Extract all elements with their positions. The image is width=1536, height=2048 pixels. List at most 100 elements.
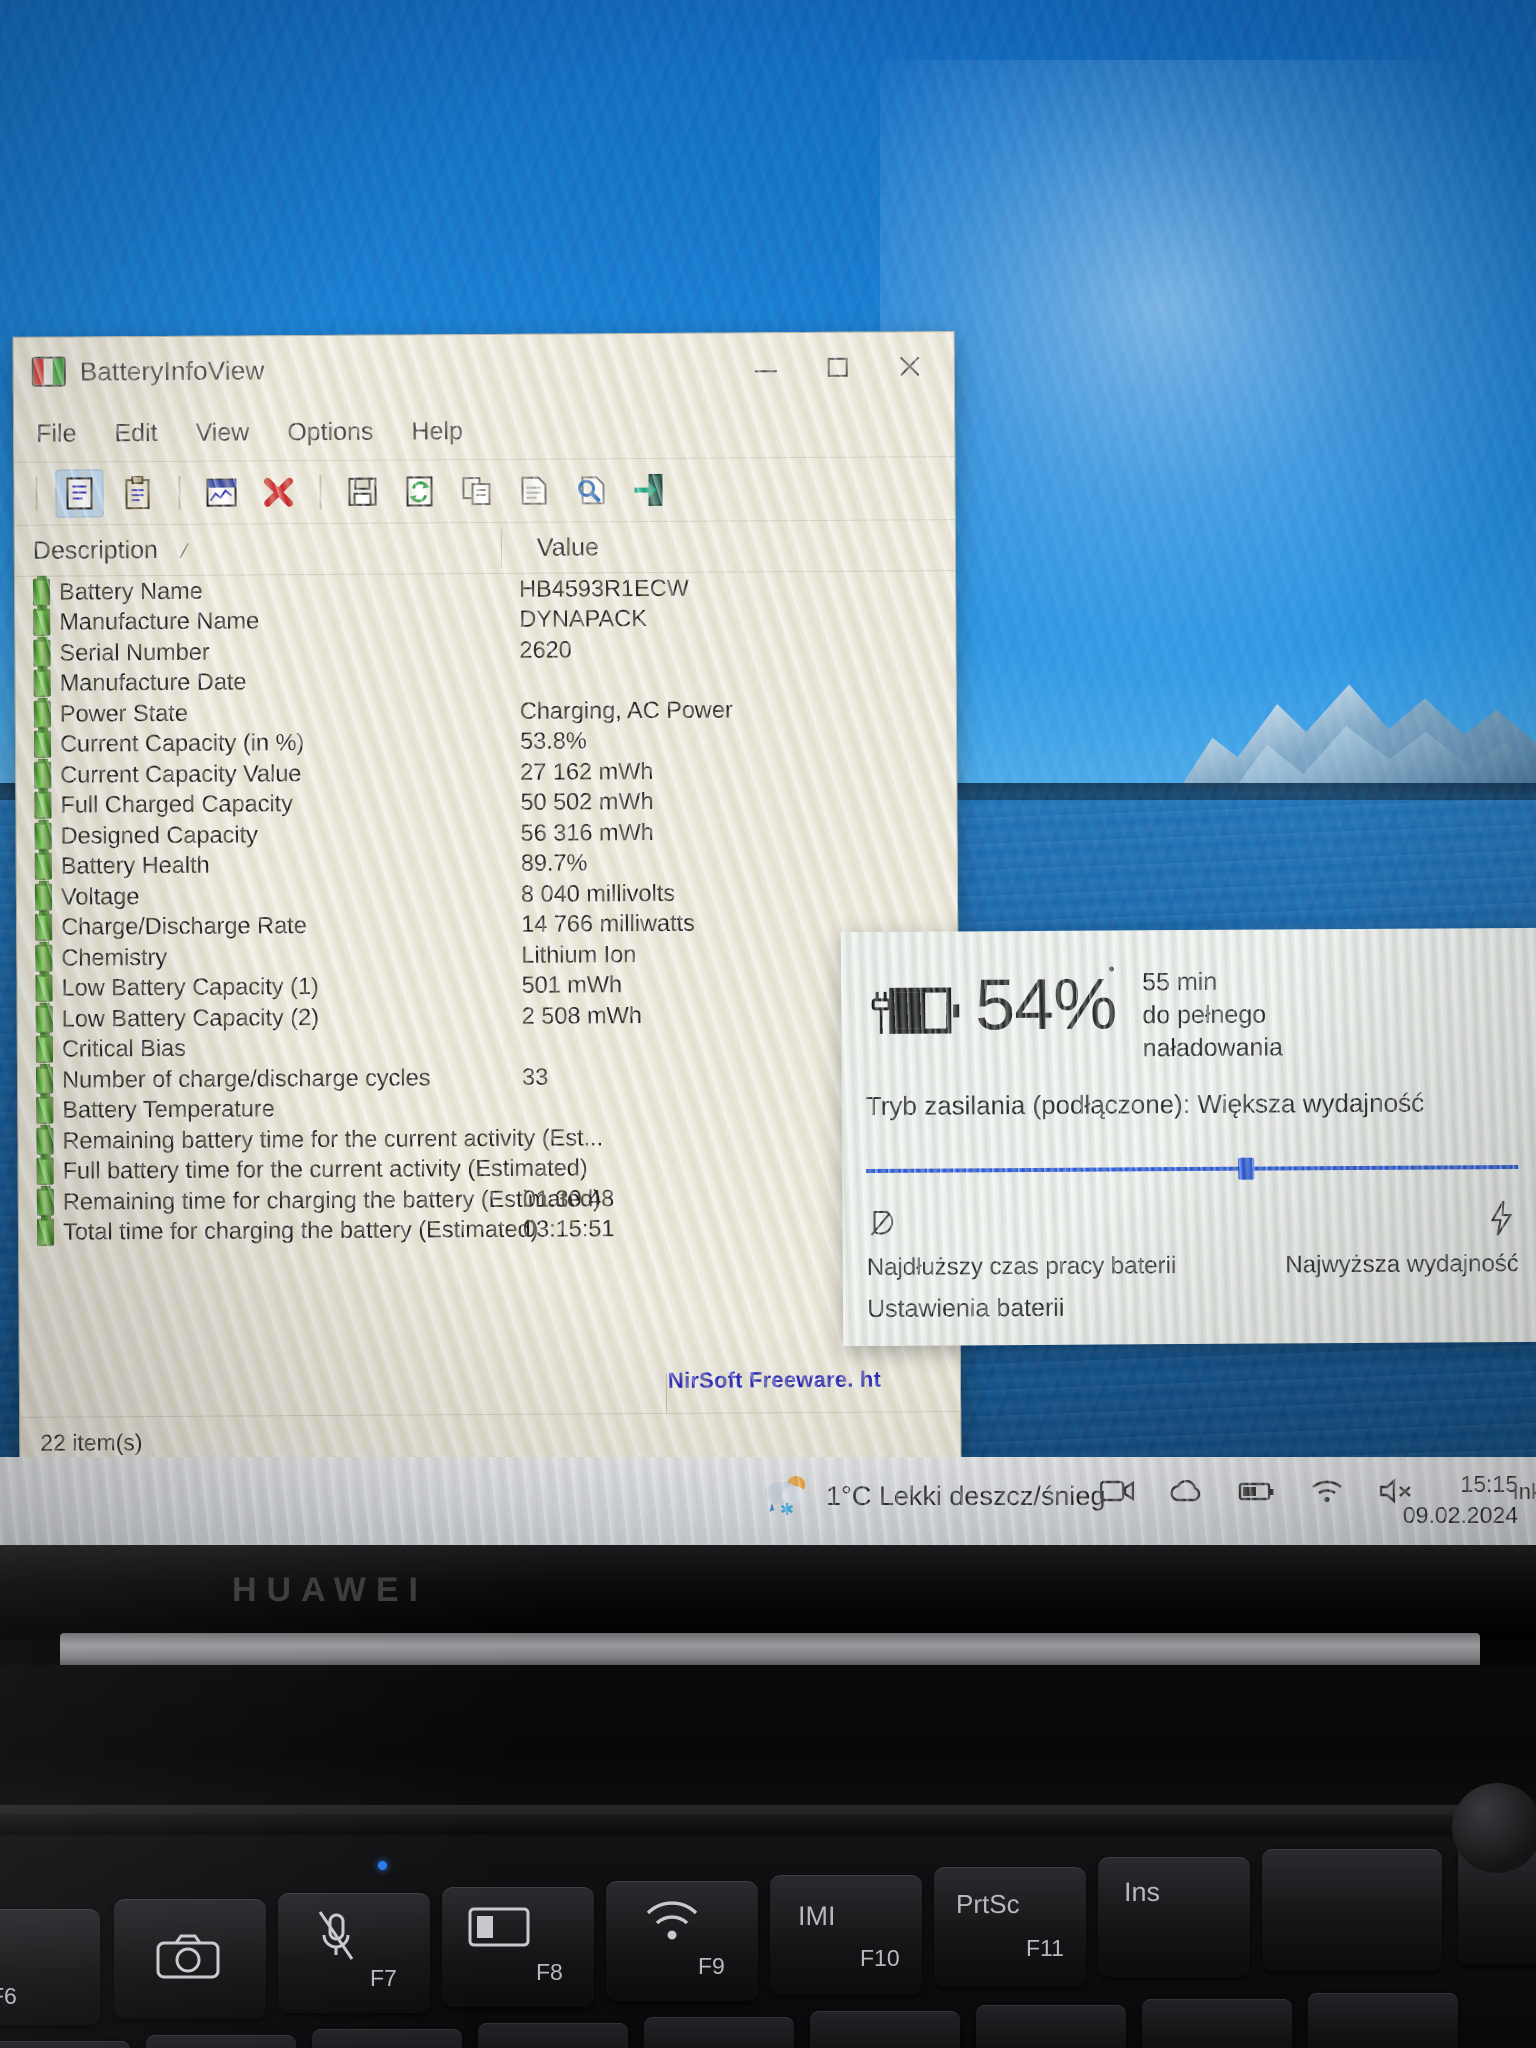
battery-row-icon bbox=[33, 669, 51, 698]
battery-flyout[interactable]: 54% 55 min do pełnego naładowania Tryb z… bbox=[840, 927, 1536, 1347]
sort-indicator-icon: / bbox=[177, 540, 190, 563]
time-to-full-line1: 55 min bbox=[1142, 967, 1218, 997]
battery-row-icon bbox=[33, 608, 51, 637]
menu-item-help[interactable]: Help bbox=[411, 417, 463, 446]
key-row2-4[interactable] bbox=[478, 2023, 628, 2048]
row-description-label: Low Battery Capacity (2) bbox=[61, 1003, 320, 1032]
batteryinfoview-window[interactable]: BatteryInfoView File Edit View Options H… bbox=[12, 331, 962, 1469]
html-report-icon[interactable] bbox=[510, 468, 556, 514]
save-icon[interactable] bbox=[339, 469, 385, 515]
row-description-label: Power State bbox=[59, 699, 188, 727]
delete-icon[interactable] bbox=[255, 469, 301, 515]
toolbar[interactable] bbox=[14, 456, 955, 526]
properties-icon[interactable] bbox=[55, 469, 104, 518]
row-description-cell: Battery Health bbox=[17, 850, 503, 881]
key-f6[interactable]: F6 bbox=[0, 1909, 100, 2025]
menu-bar[interactable]: File Edit View Options Help bbox=[14, 400, 954, 462]
row-description-label: Battery Temperature bbox=[62, 1095, 275, 1123]
row-description-label: Battery Name bbox=[59, 577, 203, 605]
key-row2-5[interactable] bbox=[644, 2017, 794, 2048]
time-to-full-line3: naładowania bbox=[1142, 1033, 1284, 1063]
list-column-headers[interactable]: Description / Value bbox=[14, 520, 955, 577]
toolbar-divider-2 bbox=[178, 475, 181, 510]
exit-icon[interactable] bbox=[624, 467, 670, 513]
clock-date: 09.02.2024 bbox=[1402, 1502, 1518, 1529]
log-icon[interactable] bbox=[198, 469, 244, 515]
table-row[interactable]: Total time for charging the battery (Est… bbox=[19, 1212, 959, 1248]
onedrive-cloud-icon[interactable] bbox=[1168, 1479, 1204, 1503]
key-f10[interactable]: IMI F10 bbox=[770, 1875, 922, 1995]
key-f8[interactable]: F8 bbox=[442, 1887, 594, 2007]
maximize-button[interactable] bbox=[802, 336, 874, 398]
battery-tray-icon[interactable] bbox=[1238, 1480, 1276, 1502]
battery-info-list[interactable]: Battery Name HB4593R1ECW Manufacture Name D… bbox=[15, 571, 959, 1248]
slider-thumb[interactable] bbox=[1237, 1157, 1254, 1180]
laptop-brand-label: HUAWEI bbox=[232, 1571, 428, 1609]
key-f7[interactable]: F7 bbox=[278, 1893, 430, 2013]
key-row2-6[interactable] bbox=[810, 2011, 960, 2048]
column-header-description[interactable]: Description / bbox=[15, 533, 519, 565]
power-button[interactable] bbox=[1452, 1783, 1536, 1873]
close-button[interactable] bbox=[874, 335, 946, 397]
row-description-cell: Remaining time for charging the battery … bbox=[19, 1185, 601, 1216]
minimize-button[interactable] bbox=[730, 336, 802, 398]
nirsoft-credit[interactable]: NirSoft Freeware. ht bbox=[668, 1367, 881, 1394]
row-value-cell: HB4593R1ECW bbox=[519, 574, 689, 602]
key-row2-2[interactable] bbox=[146, 2035, 296, 2048]
slider-track[interactable] bbox=[866, 1165, 1519, 1173]
menu-item-options[interactable]: Options bbox=[287, 417, 373, 447]
system-tray[interactable] bbox=[1100, 1477, 1414, 1505]
wifi-icon[interactable] bbox=[1310, 1478, 1344, 1504]
key-row2-1[interactable] bbox=[0, 2041, 130, 2048]
refresh-icon[interactable] bbox=[396, 468, 442, 514]
battery-row-icon bbox=[36, 1096, 54, 1125]
window-titlebar[interactable]: BatteryInfoView bbox=[14, 332, 954, 406]
row-description-label: Critical Bias bbox=[61, 1035, 187, 1062]
window-controls[interactable] bbox=[730, 332, 946, 401]
mic-mute-icon bbox=[318, 1911, 354, 1960]
menu-item-view[interactable]: View bbox=[195, 418, 249, 447]
keyboard[interactable]: F6 F7 F8 bbox=[0, 1835, 1536, 2048]
key-row2-7[interactable] bbox=[976, 2005, 1126, 2048]
clipboard-icon[interactable] bbox=[114, 470, 160, 516]
row-value-cell: Charging, AC Power bbox=[519, 696, 733, 724]
key-f9[interactable]: F9 bbox=[606, 1881, 758, 2001]
battery-settings-link[interactable]: Ustawienia baterii bbox=[867, 1294, 1065, 1324]
row-description-label: Chemistry bbox=[61, 943, 168, 971]
meet-now-icon[interactable] bbox=[1100, 1477, 1134, 1505]
key-row2-3[interactable] bbox=[312, 2029, 462, 2048]
key-far-right[interactable] bbox=[1262, 1849, 1442, 1971]
wallpaper-sun-glow bbox=[880, 60, 1536, 680]
flyout-header: 54% 55 min do pełnego naładowania bbox=[841, 928, 1536, 1067]
battery-row-icon bbox=[33, 639, 51, 667]
battery-row-icon bbox=[36, 1218, 55, 1247]
key-row2-8[interactable] bbox=[1142, 1999, 1292, 2048]
toolbar-divider-3 bbox=[319, 475, 322, 510]
row-description-label: Charge/Discharge Rate bbox=[61, 912, 307, 940]
battery-row-icon bbox=[34, 883, 53, 911]
battery-row-icon bbox=[34, 852, 52, 881]
key-ins[interactable]: Ins bbox=[1098, 1857, 1250, 1977]
menu-item-file[interactable]: File bbox=[36, 419, 76, 448]
power-mode-slider[interactable] bbox=[866, 1154, 1519, 1184]
leaf-icon bbox=[870, 1210, 894, 1236]
copy-icon[interactable] bbox=[453, 468, 499, 514]
item-count-label: 22 item(s) bbox=[40, 1428, 143, 1456]
key-camera[interactable] bbox=[114, 1899, 266, 2019]
menu-item-edit[interactable]: Edit bbox=[114, 419, 157, 448]
column-header-value[interactable]: Value bbox=[519, 531, 955, 563]
taskbar-weather-widget[interactable]: 1°C Lekki deszcz/śnieg bbox=[760, 1473, 1105, 1519]
key-row2-9[interactable] bbox=[1308, 1993, 1458, 2048]
key-f11[interactable]: PrtSc F11 bbox=[934, 1867, 1086, 1987]
taskbar[interactable]: 1°C Lekki deszcz/śnieg 15:15 09.02.2024 … bbox=[0, 1457, 1536, 1545]
column-divider[interactable] bbox=[500, 528, 502, 567]
taskbar-clock[interactable]: 15:15 09.02.2024 bbox=[1403, 1469, 1518, 1531]
row-description-label: Manufacture Name bbox=[59, 607, 260, 635]
camera-icon bbox=[156, 1934, 220, 1979]
row-description-label: Current Capacity Value bbox=[60, 759, 302, 788]
laptop-hinge bbox=[60, 1633, 1480, 1669]
row-description-cell: Battery Temperature bbox=[18, 1094, 504, 1125]
key-f9-label: F9 bbox=[698, 1953, 725, 1979]
find-icon[interactable] bbox=[567, 467, 613, 513]
ink-workspace-label[interactable]: Ink bbox=[1513, 1479, 1536, 1505]
